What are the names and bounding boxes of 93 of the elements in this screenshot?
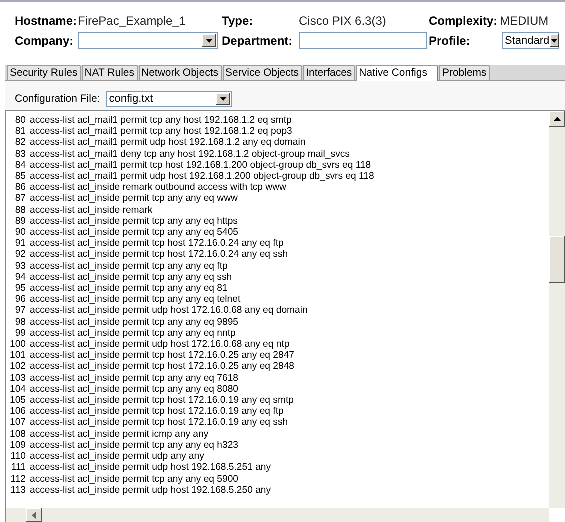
code-line: access-list acl_inside permit tcp host 172.16.0.19 any eq smtp [30, 395, 294, 406]
line-number: 83 [14, 148, 26, 160]
line-number: 82 [14, 137, 26, 149]
line-number: 84 [14, 160, 26, 172]
code-line: access-list acl_inside remark outbound access with tcp www [30, 182, 286, 194]
line-number: 94 [14, 272, 26, 284]
line-number: 88 [14, 204, 26, 216]
code-line: access-list acl_inside permit tcp host 172.16.0.25 any eq 2848 [30, 361, 295, 373]
line-number: 106 [10, 406, 26, 418]
line-number: 111 [10, 462, 26, 474]
line-number: 81 [14, 126, 26, 138]
field-value: FirePac_Example_1 [78, 14, 188, 28]
line-number: 109 [10, 440, 26, 452]
field-value: MEDIUM [500, 14, 550, 28]
code-line: access-list acl_inside permit tcp any any eq nntp [30, 328, 236, 340]
code-line: access-list acl_inside permit udp host 192.168.5.251 any [30, 462, 272, 474]
code-line: access-list acl_inside permit udp host 192.168.5.250 any [30, 484, 272, 496]
configuration-file-dropdown[interactable]: config.txt [106, 91, 232, 107]
line-number: 102 [10, 361, 26, 373]
code-line: access-list acl_inside permit tcp any any eq ssh [30, 272, 232, 284]
line-number: 97 [14, 305, 26, 317]
line-number: 107 [10, 417, 26, 429]
scroll-up-button[interactable] [549, 111, 565, 127]
line-number: 89 [14, 216, 26, 228]
line-number: 80 [14, 115, 26, 126]
code-line: access-list acl_inside permit tcp any any eq 5405 [30, 227, 239, 238]
field-label: Company: [15, 34, 75, 48]
code-line: access-list acl_inside permit tcp any any eq www [30, 193, 238, 205]
code-line: access-list acl_mail1 permit tcp any host 192.168.1.2 eq smtp [30, 115, 292, 126]
code-line: access-list acl_inside permit tcp host 172.16.0.25 any eq 2847 [30, 350, 295, 362]
tab[interactable]: NAT Rules [82, 65, 138, 80]
code-line: access-list acl_mail1 permit udp host 192.168.1.200 object-group db_svrs eq 118 [30, 171, 374, 182]
left-arrow-icon [32, 512, 36, 518]
code-line: access-list acl_mail1 deny tcp any host 192.168.1.2 object-group mail_svcs [30, 148, 350, 160]
field-label: Hostname: [15, 14, 78, 28]
line-number: 95 [14, 283, 26, 294]
field-label: Type: [222, 14, 254, 28]
line-number: 85 [14, 171, 26, 182]
line-number: 90 [14, 227, 26, 238]
line-number: 101 [10, 350, 26, 362]
code-line: access-list acl_inside permit udp host 172.16.0.68 any eq domain [30, 305, 308, 317]
field-label: Complexity: [429, 14, 499, 28]
tab[interactable]: Network Objects [138, 65, 222, 80]
up-arrow-icon [554, 117, 560, 121]
code-line: access-list acl_inside permit tcp any any eq 7618 [30, 372, 239, 384]
line-number: 108 [10, 428, 26, 440]
scroll-left-button[interactable] [26, 508, 42, 522]
code-line: access-list acl_inside permit tcp any any eq 8080 [30, 384, 239, 396]
field-label: Profile: [429, 34, 472, 48]
code-line: access-list acl_inside permit tcp any any eq ftp [30, 260, 228, 272]
code-line: access-list acl_inside permit tcp host 172.16.0.24 any eq ssh [30, 249, 288, 261]
scrollbar-thumb[interactable] [549, 236, 565, 283]
code-line: access-list acl_inside permit udp host 172.16.0.68 any eq ntp [30, 339, 290, 350]
line-number: 92 [14, 249, 26, 261]
line-number: 105 [10, 395, 26, 406]
line-number: 100 [10, 339, 26, 350]
field-label: Department: [222, 34, 294, 48]
tab[interactable]: Native Configs [356, 65, 438, 81]
line-number: 91 [14, 238, 26, 250]
code-line: access-list acl_inside permit tcp host 172.16.0.24 any eq ftp [30, 238, 284, 250]
code-line: access-list acl_mail1 permit tcp host 192.168.1.200 object-group db_svrs eq 118 [30, 160, 372, 172]
tab[interactable]: Interfaces [303, 65, 356, 80]
tab[interactable]: Service Objects [222, 65, 302, 80]
line-number: 99 [14, 328, 26, 340]
line-number: 87 [14, 193, 26, 205]
line-number: 98 [14, 316, 26, 328]
code-line: access-list acl_inside permit tcp any any eq h323 [30, 440, 239, 452]
department-field[interactable] [299, 32, 427, 49]
profile-dropdown[interactable]: Standard [502, 32, 559, 49]
line-number: 86 [14, 182, 26, 194]
code-line: access-list acl_inside remark [30, 204, 153, 216]
code-line: access-list acl_mail1 permit udp host 192.168.1.2 any eq domain [30, 137, 306, 149]
code-line: access-list acl_inside permit tcp any any eq telnet [30, 294, 241, 306]
code-line: access-list acl_inside permit tcp any any eq 9895 [30, 316, 239, 328]
code-line: access-list acl_mail1 permit tcp any host 192.168.1.2 eq pop3 [30, 126, 292, 138]
line-number: 93 [14, 260, 26, 272]
tab[interactable]: Problems [439, 65, 490, 80]
line-number: 113 [10, 484, 26, 496]
line-number: 103 [10, 372, 26, 384]
line-number: 96 [14, 294, 26, 306]
tab[interactable]: Security Rules [7, 65, 81, 80]
code-line: access-list acl_inside permit tcp any any eq https [30, 216, 238, 228]
code-line: access-list acl_inside permit tcp any any eq 5900 [30, 474, 239, 485]
field-label: Configuration File: [15, 93, 100, 105]
field-value: Cisco PIX 6.3(3) [299, 14, 388, 28]
code-line: access-list acl_inside permit tcp host 172.16.0.19 any eq ssh [30, 417, 288, 429]
code-line: access-list acl_inside permit icmp any any [30, 428, 209, 440]
code-line: access-list acl_inside permit tcp host 172.16.0.19 any eq ftp [30, 406, 284, 418]
code-line: access-list acl_inside permit tcp any any eq 81 [30, 283, 228, 294]
line-number: 110 [10, 451, 26, 462]
code-line: access-list acl_inside permit udp any any [30, 451, 204, 462]
line-number: 104 [10, 384, 26, 396]
line-number: 112 [10, 474, 26, 485]
